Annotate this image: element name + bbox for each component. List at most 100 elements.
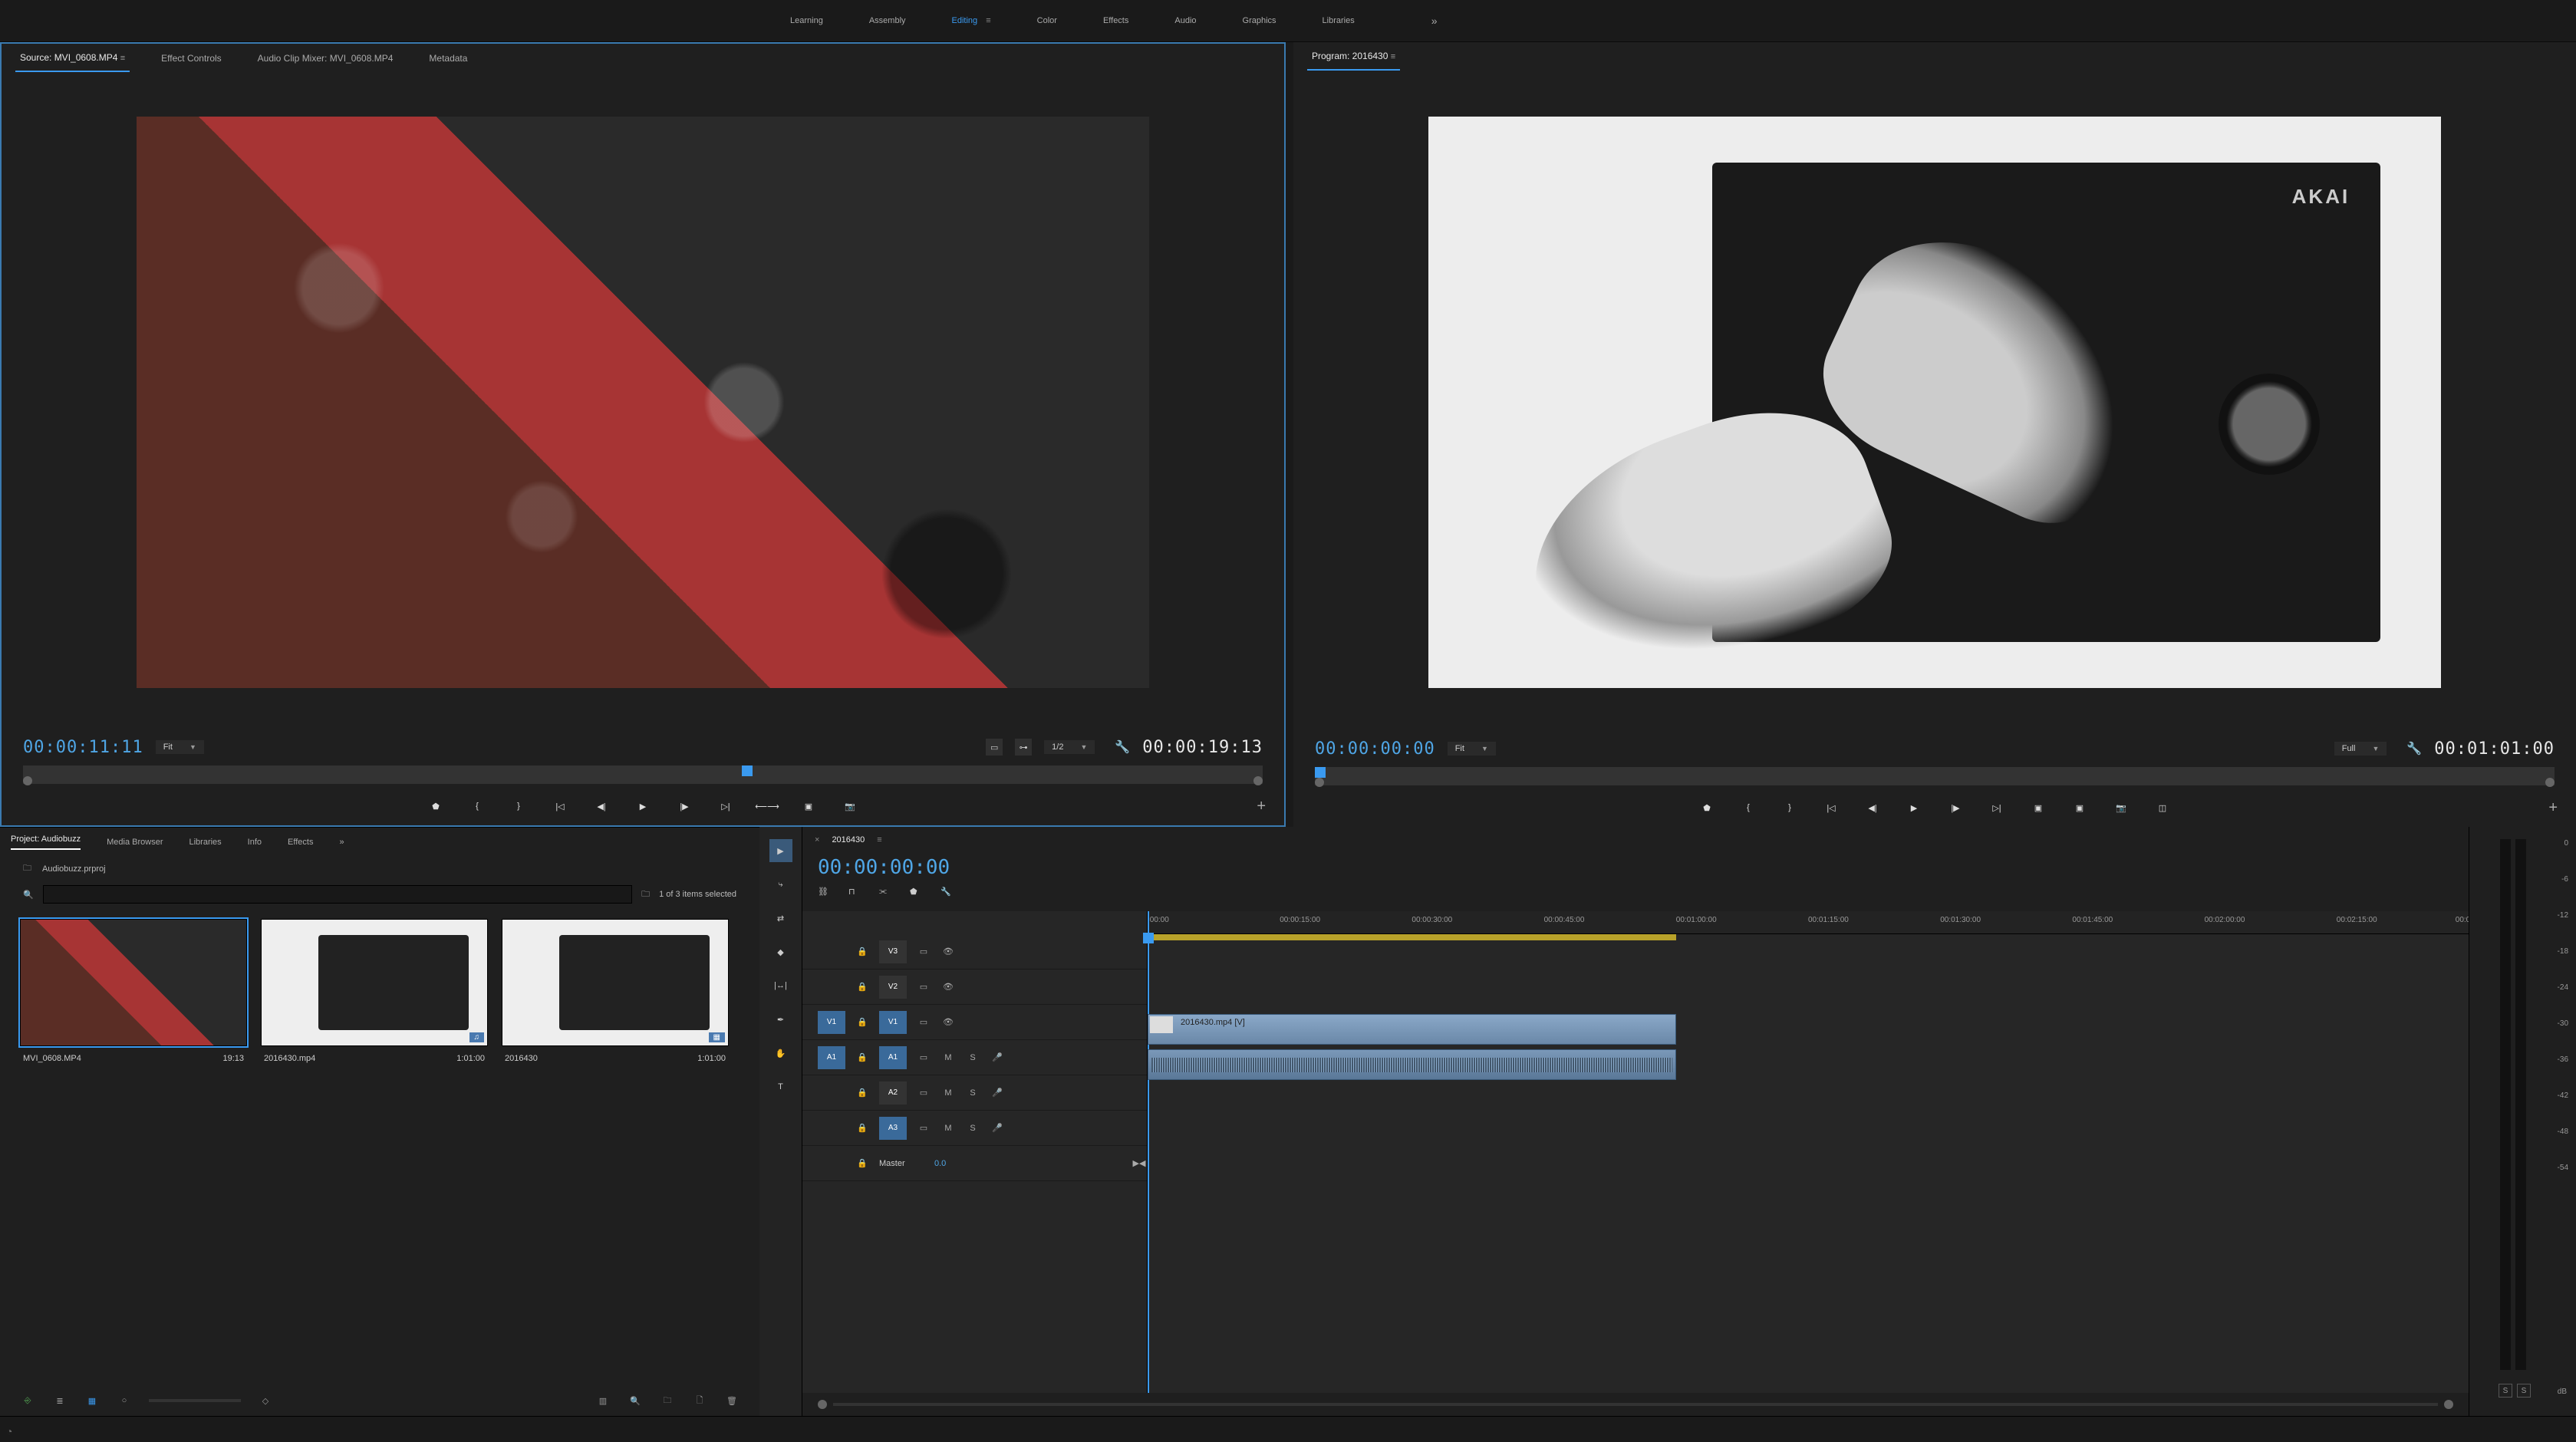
export-frame-icon[interactable]: 📷 bbox=[2112, 798, 2130, 817]
zoom-handle-right[interactable] bbox=[2545, 778, 2555, 787]
step-fwd-icon[interactable]: |▶ bbox=[675, 797, 693, 815]
clip-thumbnail[interactable] bbox=[20, 919, 247, 1046]
sort-icon[interactable]: ◇ bbox=[258, 1393, 273, 1408]
razor-tool-icon[interactable]: ◆ bbox=[769, 940, 792, 963]
source-timeline-ruler[interactable] bbox=[23, 765, 1263, 784]
list-view-icon[interactable]: ≣ bbox=[52, 1393, 68, 1408]
tab-audio-clip-mixer[interactable]: Audio Clip Mixer: MVI_0608.MP4 bbox=[253, 45, 398, 71]
linked-selection-icon[interactable]: ⫘ bbox=[879, 887, 894, 902]
eye-icon[interactable]: 👁 bbox=[940, 947, 956, 956]
overflow-icon[interactable]: » bbox=[339, 838, 344, 847]
zoom-handle-right[interactable] bbox=[1253, 776, 1263, 785]
source-patch[interactable]: A1 bbox=[818, 1046, 845, 1069]
marker-icon[interactable]: ⬟ bbox=[427, 797, 445, 815]
track-select-tool-icon[interactable]: ⤷ bbox=[769, 873, 792, 896]
marker-icon[interactable]: ⬟ bbox=[910, 887, 925, 902]
project-search-input[interactable] bbox=[43, 885, 632, 904]
step-back-icon[interactable]: ◀| bbox=[1863, 798, 1882, 817]
notifications-icon[interactable]: ◔ bbox=[6, 1425, 12, 1437]
sync-lock-icon[interactable]: ▭ bbox=[916, 982, 931, 992]
menu-icon[interactable]: ≡ bbox=[1391, 52, 1395, 61]
workspace-libraries[interactable]: Libraries bbox=[1323, 16, 1355, 25]
eye-icon[interactable]: 👁 bbox=[940, 1017, 956, 1027]
goto-out-icon[interactable]: ▷| bbox=[716, 797, 735, 815]
timeline-timecode[interactable]: 00:00:00:00 bbox=[802, 853, 2469, 882]
clip-thumbnail[interactable]: ♫ bbox=[261, 919, 488, 1046]
source-res-dropdown[interactable]: 1/2▼ bbox=[1044, 740, 1095, 754]
export-frame-icon[interactable]: 📷 bbox=[841, 797, 859, 815]
in-point-icon[interactable]: { bbox=[468, 797, 486, 815]
track-target[interactable]: A1 bbox=[879, 1046, 907, 1069]
bin-item[interactable]: ▦ 20164301:01:00 bbox=[502, 919, 729, 1071]
workspace-editing[interactable]: Editing ≡ bbox=[952, 16, 991, 25]
sync-lock-icon[interactable]: ▭ bbox=[916, 947, 931, 956]
track-a1[interactable]: A1 🔒 A1 ▭ M S 🎤 bbox=[802, 1040, 1147, 1075]
new-bin-icon[interactable]: 🗀 bbox=[641, 887, 650, 902]
zoom-handle-left[interactable] bbox=[1315, 778, 1324, 787]
workspace-color[interactable]: Color bbox=[1037, 16, 1057, 25]
solo-icon[interactable]: S bbox=[965, 1124, 980, 1133]
source-patch[interactable]: V1 bbox=[818, 1011, 845, 1034]
zoom-slider[interactable] bbox=[149, 1399, 241, 1402]
track-a2[interactable]: 🔒 A2 ▭ M S 🎤 bbox=[802, 1075, 1147, 1111]
menu-icon[interactable]: ≡ bbox=[986, 16, 990, 25]
program-playhead[interactable] bbox=[1315, 767, 1326, 778]
lock-icon[interactable]: 🔒 bbox=[855, 1052, 870, 1062]
nest-icon[interactable]: ⛓ bbox=[818, 887, 833, 902]
drag-audio-icon[interactable]: ⊶ bbox=[1015, 739, 1032, 756]
tab-metadata[interactable]: Metadata bbox=[424, 45, 472, 71]
lock-icon[interactable]: 🔒 bbox=[855, 1088, 870, 1098]
pen-tool-icon[interactable]: ✒ bbox=[769, 1008, 792, 1031]
lock-icon[interactable]: 🔒 bbox=[855, 1158, 870, 1168]
track-target[interactable]: A3 bbox=[879, 1117, 907, 1140]
source-timecode[interactable]: 00:00:11:11 bbox=[23, 738, 143, 757]
icon-view-icon[interactable]: ▦ bbox=[84, 1393, 100, 1408]
out-point-icon[interactable]: } bbox=[1780, 798, 1799, 817]
hzoom-right[interactable] bbox=[2444, 1400, 2453, 1409]
lock-icon[interactable]: 🔒 bbox=[855, 1123, 870, 1133]
workspace-audio[interactable]: Audio bbox=[1174, 16, 1196, 25]
program-video[interactable]: AKAI bbox=[1293, 71, 2576, 733]
bin-item[interactable]: ♫ 2016430.mp41:01:00 bbox=[261, 919, 488, 1071]
find-icon[interactable]: 🔍 bbox=[628, 1393, 643, 1408]
program-fit-dropdown[interactable]: Fit▼ bbox=[1448, 742, 1496, 756]
mute-icon[interactable]: M bbox=[940, 1088, 956, 1098]
program-timecode[interactable]: 00:00:00:00 bbox=[1315, 739, 1435, 759]
lock-icon[interactable]: 🔒 bbox=[855, 1017, 870, 1027]
play-icon[interactable]: ▶ bbox=[1905, 798, 1923, 817]
tab-source[interactable]: Source: MVI_0608.MP4 ≡ bbox=[15, 44, 130, 72]
add-button-icon[interactable]: + bbox=[2548, 799, 2558, 817]
track-target[interactable]: V2 bbox=[879, 976, 907, 999]
expand-icon[interactable]: ▶◀ bbox=[1132, 1158, 1147, 1168]
track-area[interactable]: :00:00 00:00:15:00 00:00:30:00 00:00:45:… bbox=[1148, 911, 2469, 1393]
drag-video-icon[interactable]: ▭ bbox=[986, 739, 1003, 756]
tab-libraries[interactable]: Libraries bbox=[189, 838, 221, 847]
audio-clip[interactable] bbox=[1148, 1049, 1676, 1080]
menu-icon[interactable]: ≡ bbox=[120, 54, 125, 63]
tab-media-browser[interactable]: Media Browser bbox=[107, 838, 163, 847]
sequence-tab[interactable]: 2016430 bbox=[832, 835, 865, 844]
menu-icon[interactable]: ≡ bbox=[877, 835, 881, 844]
track-v1[interactable]: V1 🔒 V1 ▭ 👁 bbox=[802, 1005, 1147, 1040]
source-video[interactable] bbox=[2, 73, 1284, 732]
step-fwd-icon[interactable]: |▶ bbox=[1946, 798, 1965, 817]
tab-effect-controls[interactable]: Effect Controls bbox=[156, 45, 226, 71]
lock-icon[interactable]: 🔒 bbox=[855, 982, 870, 992]
eye-icon[interactable]: 👁 bbox=[940, 982, 956, 992]
lock-icon[interactable]: ⎆ bbox=[20, 1393, 35, 1408]
hzoom-track[interactable] bbox=[833, 1403, 2438, 1406]
work-area-bar[interactable] bbox=[1148, 934, 1676, 940]
solo-icon[interactable]: S bbox=[965, 1088, 980, 1098]
mute-icon[interactable]: M bbox=[940, 1124, 956, 1133]
solo-right[interactable]: S bbox=[2517, 1384, 2531, 1398]
tab-program[interactable]: Program: 2016430 ≡ bbox=[1307, 43, 1400, 71]
comparison-view-icon[interactable]: ◫ bbox=[2153, 798, 2172, 817]
extract-icon[interactable]: ▣ bbox=[2070, 798, 2089, 817]
track-target[interactable]: V1 bbox=[879, 1011, 907, 1034]
out-point-icon[interactable]: } bbox=[509, 797, 528, 815]
clip-thumbnail[interactable]: ▦ bbox=[502, 919, 729, 1046]
track-v3[interactable]: 🔒 V3 ▭ 👁 bbox=[802, 934, 1147, 970]
slip-tool-icon[interactable]: |↔| bbox=[769, 974, 792, 997]
add-button-icon[interactable]: + bbox=[1257, 798, 1266, 815]
hand-tool-icon[interactable]: ✋ bbox=[769, 1042, 792, 1065]
